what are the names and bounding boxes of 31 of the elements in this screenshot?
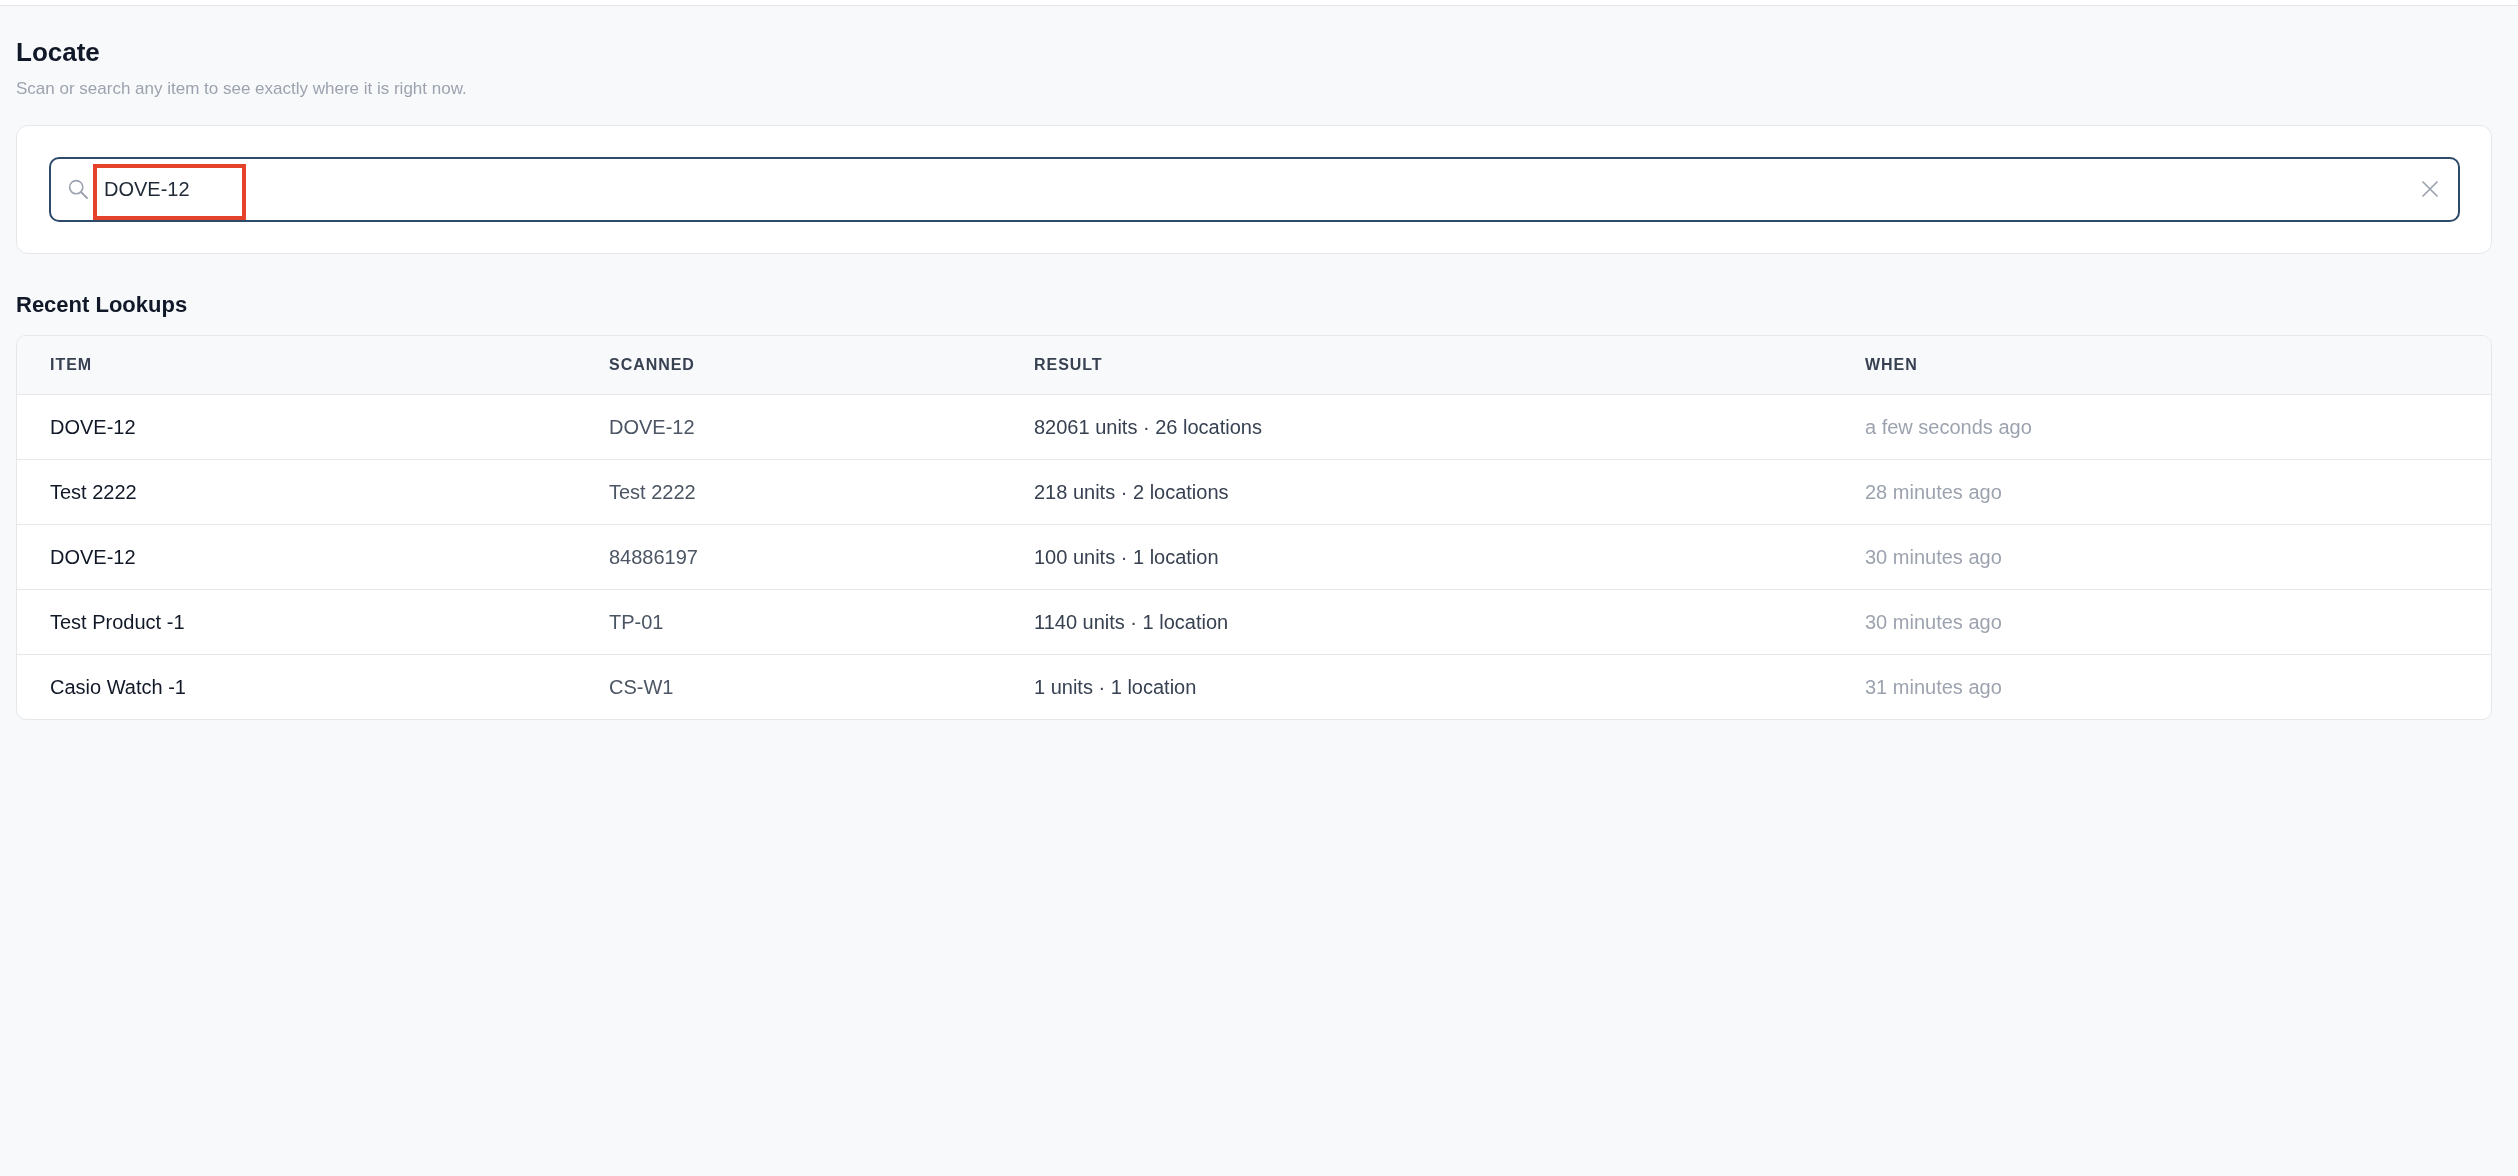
table-cell: 1 units · 1 location — [1034, 675, 1197, 699]
table-cell: DOVE-12 — [50, 415, 136, 439]
column-header: WHEN — [1865, 356, 1918, 374]
table-cell: TP-01 — [609, 610, 664, 634]
table-cell: 84886197 — [609, 545, 698, 569]
page-subtitle: Scan or search any item to see exactly where it is right now. — [16, 78, 467, 100]
table-cell: 31 minutes ago — [1865, 675, 2002, 699]
table-cell: 30 minutes ago — [1865, 545, 2002, 569]
table-cell: Casio Watch -1 — [50, 675, 186, 699]
search-field[interactable]: DOVE-12 — [49, 157, 2460, 222]
table-cell: DOVE-12 — [609, 415, 695, 439]
column-header: ITEM — [50, 356, 93, 374]
column-header: RESULT — [1034, 356, 1103, 374]
table-cell: CS-W1 — [609, 675, 674, 699]
table-cell: Test 2222 — [50, 480, 137, 504]
table-cell: 218 units · 2 locations — [1034, 480, 1229, 504]
clear-button[interactable] — [2422, 181, 2438, 197]
table-cell: 28 minutes ago — [1865, 480, 2002, 504]
table-cell: DOVE-12 — [50, 545, 136, 569]
page-title: Locate — [16, 36, 100, 69]
table-cell: 100 units · 1 location — [1034, 545, 1219, 569]
search-icon — [68, 179, 88, 199]
table-cell: Test Product -1 — [50, 610, 185, 634]
table-cell: a few seconds ago — [1865, 415, 2032, 439]
table-cell: 1140 units · 1 location — [1034, 610, 1229, 634]
table-cell: Test 2222 — [609, 480, 696, 504]
table-cell: 82061 units · 26 locations — [1034, 415, 1262, 439]
column-header: SCANNED — [609, 356, 695, 374]
table-cell: 30 minutes ago — [1865, 610, 2002, 634]
close-icon — [2422, 181, 2438, 197]
section-title: Recent Lookups — [16, 291, 188, 319]
